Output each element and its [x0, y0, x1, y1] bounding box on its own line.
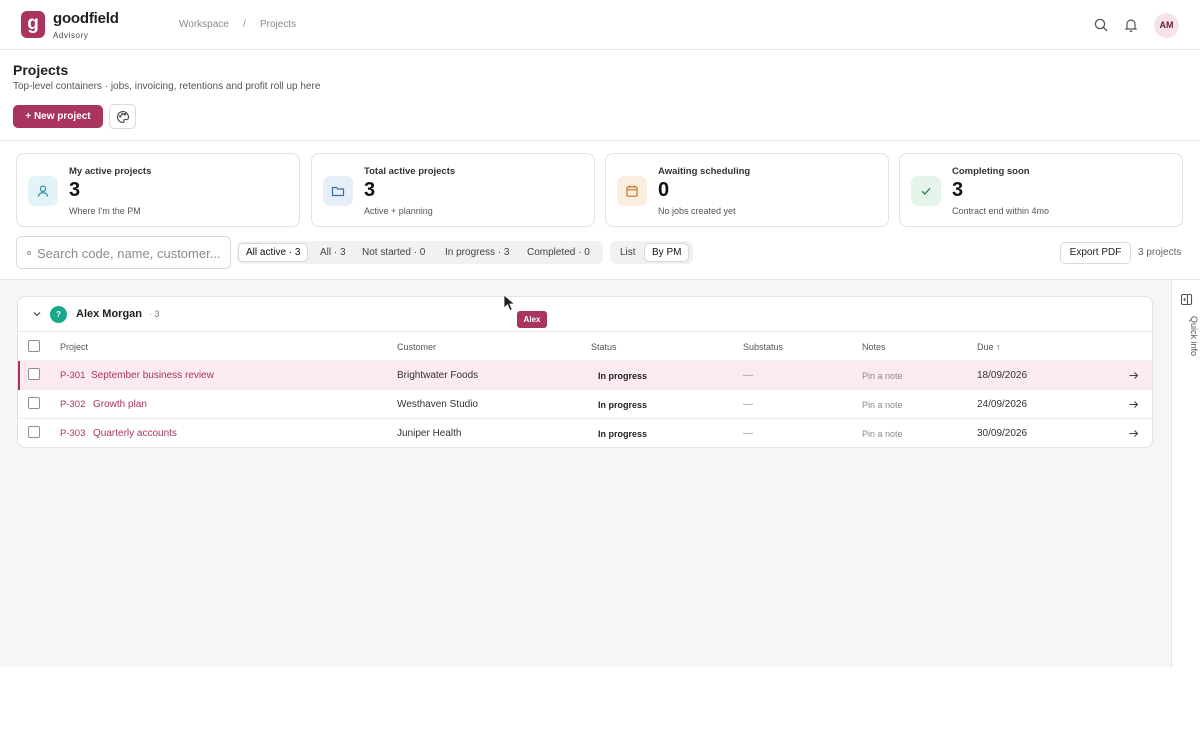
breadcrumb-projects[interactable]: Projects [260, 19, 296, 30]
customer-name: Juniper Health [397, 428, 462, 439]
search-icon [27, 251, 31, 255]
breadcrumb-separator: / [243, 19, 246, 30]
column-substatus[interactable]: Substatus [743, 342, 783, 352]
status-badge: In progress [598, 400, 648, 410]
status-badge: In progress [598, 429, 648, 439]
tab-in-progress[interactable]: In progress · 3 [438, 243, 516, 262]
project-count: 3 projects [1138, 247, 1182, 258]
table-row[interactable]: P-303 Quarterly accounts Juniper Health … [18, 419, 1152, 447]
user-avatar[interactable]: AM [1154, 13, 1179, 38]
top-bar: g goodfield Advisory Workspace / Project… [0, 0, 1200, 50]
quick-info-label: Quick info [1189, 316, 1199, 357]
column-notes[interactable]: Notes [862, 342, 886, 352]
group-header[interactable]: ? Alex Morgan · 3 [18, 297, 1152, 332]
column-project[interactable]: Project [60, 342, 88, 352]
project-code: P-303 [60, 428, 86, 439]
arrow-right-icon[interactable] [1128, 428, 1139, 439]
folder-icon [323, 176, 353, 206]
due-date: 24/09/2026 [977, 399, 1028, 410]
stat-value: 3 [364, 179, 376, 201]
search-icon[interactable] [1093, 17, 1109, 33]
view-list[interactable]: List [613, 243, 643, 262]
page-subtitle: Top-level containers · jobs, invoicing, … [13, 81, 321, 92]
export-pdf-button[interactable]: Export PDF [1060, 242, 1131, 264]
chevron-down-icon[interactable] [32, 309, 42, 319]
status-badge: In progress [598, 371, 648, 381]
tab-not-started[interactable]: Not started · 0 [355, 243, 432, 262]
stat-label: My active projects [69, 166, 152, 177]
stat-note: Where I'm the PM [69, 206, 141, 216]
stat-label: Total active projects [364, 166, 456, 177]
substatus: — [743, 370, 753, 381]
customer-name: Westhaven Studio [397, 399, 478, 410]
header-divider [0, 140, 1200, 141]
tab-completed[interactable]: Completed · 0 [520, 243, 597, 262]
stat-label: Completing soon [952, 166, 1030, 177]
palette-icon [117, 110, 130, 124]
stat-note: Active + planning [364, 206, 433, 216]
theme-button[interactable] [109, 104, 136, 129]
mouse-cursor-icon [503, 294, 516, 312]
brand-logo[interactable]: g [21, 11, 45, 38]
stat-value: 0 [658, 179, 670, 201]
select-all-checkbox[interactable] [28, 340, 40, 352]
breadcrumb-workspace[interactable]: Workspace [179, 19, 229, 30]
project-name-link[interactable]: Growth plan [93, 399, 147, 410]
stat-card-total-active[interactable]: Total active projects 3 Active + plannin… [311, 153, 595, 227]
brand-name: goodfield [53, 10, 119, 27]
column-status[interactable]: Status [591, 342, 617, 352]
stat-value: 3 [69, 179, 81, 201]
search-input[interactable] [37, 244, 227, 262]
stat-note: Contract end within 4mo [952, 206, 1050, 216]
project-name-link[interactable]: Quarterly accounts [93, 428, 177, 439]
pm-group: ? Alex Morgan · 3 Project Customer Statu… [17, 296, 1153, 448]
row-checkbox[interactable] [28, 397, 40, 409]
row-checkbox[interactable] [28, 368, 40, 380]
view-by-pm[interactable]: By PM [644, 243, 690, 262]
calendar-icon [617, 176, 647, 206]
stat-label: Awaiting scheduling [658, 166, 751, 177]
stat-note: No jobs created yet [658, 206, 736, 216]
due-date: 30/09/2026 [977, 428, 1028, 439]
substatus: — [743, 399, 753, 410]
cursor-tooltip: Alex [517, 311, 547, 328]
table-header: Project Customer Status Substatus Notes … [18, 332, 1152, 361]
stat-card-completing-soon[interactable]: Completing soon 3 Contract end within 4m… [899, 153, 1183, 227]
pin-note[interactable]: Pin a note [862, 400, 903, 410]
stat-card-awaiting-scheduling[interactable]: Awaiting scheduling 0 No jobs created ye… [605, 153, 889, 227]
tab-all[interactable]: All · 3 [313, 243, 353, 262]
column-customer[interactable]: Customer [397, 342, 436, 352]
pm-name: Alex Morgan [76, 308, 143, 320]
view-toggle: List By PM [610, 241, 693, 264]
status-filter-tabs: All active · 3 All · 3 Not started · 0 I… [237, 241, 603, 264]
tab-all-active[interactable]: All active · 3 [238, 243, 309, 262]
bell-icon[interactable] [1123, 17, 1139, 33]
substatus: — [743, 428, 753, 439]
panel-toggle-icon [1180, 293, 1193, 306]
stat-value: 3 [952, 179, 964, 201]
check-icon [911, 176, 941, 206]
due-date: 18/09/2026 [977, 370, 1028, 381]
project-search[interactable] [16, 236, 231, 269]
column-due[interactable]: Due ↑ [977, 342, 1001, 352]
quick-info-panel[interactable]: Quick info [1171, 279, 1200, 667]
table-row[interactable]: P-301 September business review Brightwa… [18, 361, 1152, 390]
row-checkbox[interactable] [28, 426, 40, 438]
stat-card-my-active[interactable]: My active projects 3 Where I'm the PM [16, 153, 300, 227]
project-name-link[interactable]: September business review [91, 370, 214, 381]
customer-name: Brightwater Foods [397, 370, 479, 381]
pin-note[interactable]: Pin a note [862, 429, 903, 439]
arrow-right-icon[interactable] [1128, 399, 1139, 410]
page-title: Projects [13, 62, 69, 78]
pin-note[interactable]: Pin a note [862, 371, 903, 381]
user-icon [28, 176, 58, 206]
pm-avatar: ? [50, 306, 67, 323]
project-code: P-302 [60, 399, 86, 410]
pm-project-count: · 3 [149, 309, 160, 319]
table-row[interactable]: P-302 Growth plan Westhaven Studio In pr… [18, 390, 1152, 419]
project-code: P-301 [60, 370, 86, 381]
arrow-right-icon[interactable] [1128, 370, 1139, 381]
new-project-button[interactable]: + New project [13, 105, 103, 128]
brand-subtitle: Advisory [53, 31, 89, 40]
